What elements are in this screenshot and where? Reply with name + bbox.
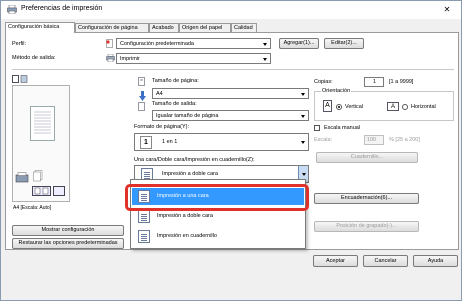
paper-stack-icon [33, 170, 43, 182]
close-button[interactable]: ✕ [439, 4, 455, 16]
page-layout-label: Formato de página(Y): [134, 124, 190, 130]
portrait-label: Vertical [345, 104, 364, 110]
window-title: Preferencias de impresión [21, 5, 103, 12]
arrow-down-icon [139, 91, 146, 101]
layout-view-icon[interactable] [32, 186, 51, 196]
output-method-select[interactable]: Imprimir [116, 53, 271, 64]
preview-mode-icon[interactable] [12, 75, 28, 83]
profile-value: Configuración predeterminada [120, 41, 194, 47]
chevron-down-icon [301, 115, 305, 118]
scale-label: Escala: [314, 137, 333, 143]
output-size-select[interactable]: Igualar tamaño de página [152, 110, 309, 121]
page-layout-value: 1 en 1 [162, 139, 178, 145]
duplex-option-label: Impresión en cuadernillo [157, 233, 217, 239]
copies-range: [1 a 9999] [389, 79, 414, 85]
page-layout-number: 1 [140, 136, 152, 149]
booklet-button[interactable]: Cuadernillo... [316, 152, 418, 163]
copies-label: Copias: [314, 79, 333, 85]
output-size-icon [138, 102, 146, 111]
show-configuration-button[interactable]: Mostrar configuración [12, 225, 124, 236]
printer-icon [7, 4, 17, 15]
orientation-group: Orientación A Vertical A Horizontal [314, 88, 454, 121]
divider [12, 69, 454, 70]
tab-basic-settings[interactable]: Configuración básica [5, 22, 75, 33]
double-sided-icon [138, 210, 150, 223]
manual-scale-checkbox[interactable] [314, 125, 320, 131]
chevron-down-icon [301, 141, 305, 144]
copies-stepper[interactable]: 1 [364, 77, 384, 87]
copies-value: 1 [372, 79, 376, 85]
edit-profile-button[interactable]: Editar(2)... [324, 38, 364, 49]
manual-scale-label: Escala manual [324, 125, 361, 131]
title-bar: Preferencias de impresión ✕ [1, 1, 461, 19]
staple-position-button[interactable]: Posición de grapado(-)... [314, 221, 419, 232]
duplex-option-booklet[interactable]: Impresión en cuadernillo [132, 228, 304, 245]
chevron-down-icon [263, 58, 267, 61]
page-size-label: Tamaño de página: [152, 78, 199, 84]
scale-stepper[interactable]: 100 [364, 135, 384, 145]
print-icon [106, 53, 115, 63]
focus-highlight [125, 184, 309, 211]
profile-icon [106, 39, 114, 48]
zoom-icon[interactable] [53, 186, 65, 196]
page-layout-select[interactable]: 1 1 en 1 [134, 133, 309, 151]
add-profile-button[interactable]: Agregar(1)... [279, 38, 319, 49]
scale-value: 100 [366, 137, 376, 143]
close-icon: ✕ [443, 5, 451, 14]
booklet-icon [138, 230, 150, 243]
page-size-icon [138, 77, 146, 86]
help-button[interactable]: Ayuda [413, 255, 458, 267]
printer-device-icon [15, 172, 29, 184]
chevron-down-icon [301, 93, 305, 96]
chevron-down-icon [263, 43, 267, 46]
accept-button[interactable]: Aceptar [313, 255, 358, 267]
page-preview [12, 85, 70, 202]
duplex-label: Una cara/Doble cara/Impresión en cuadern… [134, 157, 255, 163]
portrait-radio[interactable] [336, 104, 342, 110]
profile-label: Perfil: [12, 41, 27, 47]
page-size-value: A4 [156, 91, 163, 97]
landscape-label: Horizontal [411, 104, 436, 110]
duplex-value: Impresión a doble cara [162, 171, 218, 177]
orientation-label: Orientación [321, 88, 352, 94]
preview-caption: A4 [Escala: Auto] [13, 205, 52, 211]
output-method-label: Método de salida: [12, 55, 56, 61]
binding-button[interactable]: Encuadernación(6)... [314, 193, 419, 204]
page-size-select[interactable]: A4 [152, 88, 309, 99]
duplex-option-label: Impresión a doble cara [157, 213, 213, 219]
restore-defaults-button[interactable]: Restaurar las opciones predeterminadas [12, 238, 124, 249]
preview-page [30, 106, 55, 141]
landscape-icon: A [387, 102, 399, 111]
cancel-button[interactable]: Cancelar [363, 255, 408, 267]
output-method-value: Imprimir [120, 56, 140, 62]
output-size-label: Tamaño de salida: [152, 101, 197, 107]
portrait-icon: A [323, 100, 332, 112]
landscape-radio[interactable] [402, 104, 408, 110]
output-size-value: Igualar tamaño de página [156, 113, 219, 119]
printing-preferences-window: Preferencias de impresión ✕ Configuració… [0, 0, 462, 301]
profile-select[interactable]: Configuración predeterminada [116, 38, 271, 49]
chevron-down-icon [302, 173, 306, 176]
scale-range: % [25 a 200] [389, 137, 420, 143]
